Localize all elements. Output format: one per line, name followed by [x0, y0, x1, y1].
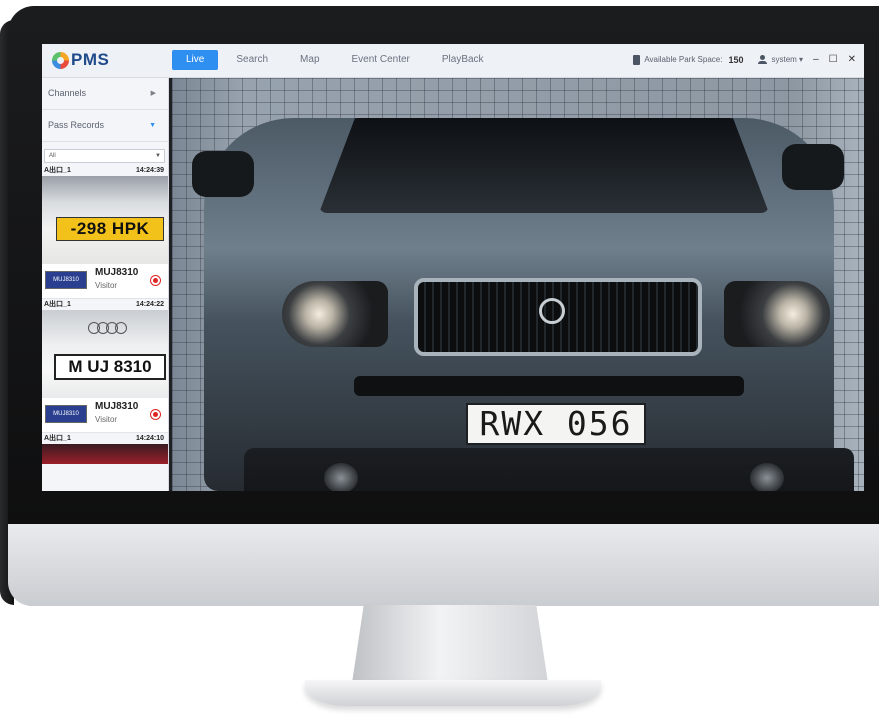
sidebar-item-channels[interactable]: Channels ▶ — [42, 78, 168, 110]
fog-light-left — [324, 463, 358, 491]
headlight-right — [724, 281, 830, 347]
fog-light-right — [750, 463, 784, 491]
main-nav: Live Search Map Event Center PlayBack — [172, 50, 502, 70]
mirror-left — [192, 151, 254, 197]
plate-thumbnail: MUJ8310 — [45, 271, 87, 289]
record-snapshot[interactable]: M UJ 8310 — [42, 310, 168, 398]
record-location: A出口_1 — [44, 167, 71, 174]
license-plate: RWX 056 — [466, 403, 646, 445]
app-logo: PMS — [52, 50, 109, 70]
record-type: Visitor — [95, 281, 118, 290]
bumper-vent — [354, 376, 744, 396]
audi-logo-icon — [88, 322, 128, 334]
vehicle-emblem-icon — [539, 298, 565, 324]
plate-thumbnail: MUJ8310 — [45, 405, 87, 423]
logo-text: PMS — [71, 50, 110, 69]
monitor-base — [305, 680, 601, 706]
monitor-stand — [352, 605, 548, 683]
live-video-view[interactable]: RWX 056 — [172, 78, 864, 491]
monitor-chin — [8, 524, 879, 606]
user-menu[interactable]: system ▾ — [772, 55, 804, 64]
park-space-label: Available Park Space: — [644, 55, 723, 64]
channels-label: Channels — [48, 88, 87, 98]
record-header: A出口_1 14:24:22 — [42, 299, 168, 310]
record-header: A出口_1 14:24:39 — [42, 165, 168, 176]
record-time: 14:24:39 — [135, 167, 164, 174]
snapshot-plate: -298 HPK — [56, 217, 164, 241]
headlight-left — [282, 281, 388, 347]
snapshot-plate: M UJ 8310 — [54, 354, 166, 380]
pass-records-label: Pass Records — [48, 120, 105, 130]
pass-record[interactable]: A出口_1 14:24:39 -298 HPK MUJ8310 MUJ8310 … — [42, 165, 168, 299]
record-snapshot[interactable]: -298 HPK — [42, 176, 168, 264]
record-footer: MUJ8310 MUJ8310 Visitor — [42, 398, 168, 433]
record-location: A出口_1 — [44, 301, 71, 308]
record-time: 14:24:10 — [135, 435, 164, 442]
tab-playback[interactable]: PlayBack — [428, 50, 498, 70]
record-time: 14:24:22 — [135, 301, 164, 308]
mirror-right — [782, 144, 844, 190]
status-area: Available Park Space: 150 system ▾ – ☐ ✕ — [633, 54, 856, 65]
parking-icon — [633, 54, 641, 65]
record-header: A出口_1 14:24:10 — [42, 433, 168, 444]
park-space-value: 150 — [728, 54, 744, 65]
user-icon — [757, 55, 767, 64]
logo-icon — [52, 51, 69, 69]
record-footer: MUJ8310 MUJ8310 Visitor — [42, 264, 168, 299]
pass-record[interactable]: A出口_1 14:24:10 — [42, 433, 168, 464]
tab-search[interactable]: Search — [222, 50, 282, 70]
locate-icon[interactable] — [150, 409, 161, 420]
vehicle: RWX 056 — [204, 118, 854, 491]
record-plate: MUJ8310 — [95, 401, 139, 412]
filter-value: All — [49, 153, 56, 159]
tab-map[interactable]: Map — [286, 50, 333, 70]
vehicle-windshield — [319, 118, 769, 213]
app-window: PMS Live Search Map Event Center PlayBac… — [42, 44, 864, 491]
maximize-button[interactable]: ☐ — [829, 54, 838, 65]
tab-event-center[interactable]: Event Center — [338, 50, 424, 70]
top-bar: PMS Live Search Map Event Center PlayBac… — [42, 44, 864, 78]
sidebar: Channels ▶ Pass Records ▼ All ▼ A出口_1 14… — [42, 78, 169, 491]
record-filter-select[interactable]: All ▼ — [44, 149, 165, 163]
record-plate: MUJ8310 — [95, 267, 139, 278]
record-snapshot[interactable] — [42, 444, 168, 464]
sidebar-item-pass-records[interactable]: Pass Records ▼ — [42, 110, 168, 142]
chevron-right-icon: ▶ — [150, 90, 156, 97]
chevron-down-icon: ▼ — [149, 122, 156, 129]
record-location: A出口_1 — [44, 435, 71, 442]
minimize-button[interactable]: – — [813, 54, 819, 65]
close-button[interactable]: ✕ — [848, 54, 856, 65]
record-type: Visitor — [95, 415, 118, 424]
dropdown-caret-icon: ▼ — [155, 153, 161, 159]
locate-icon[interactable] — [150, 275, 161, 286]
tab-live[interactable]: Live — [172, 50, 219, 70]
pass-record[interactable]: A出口_1 14:24:22 M UJ 8310 MUJ8310 MUJ8310… — [42, 299, 168, 433]
